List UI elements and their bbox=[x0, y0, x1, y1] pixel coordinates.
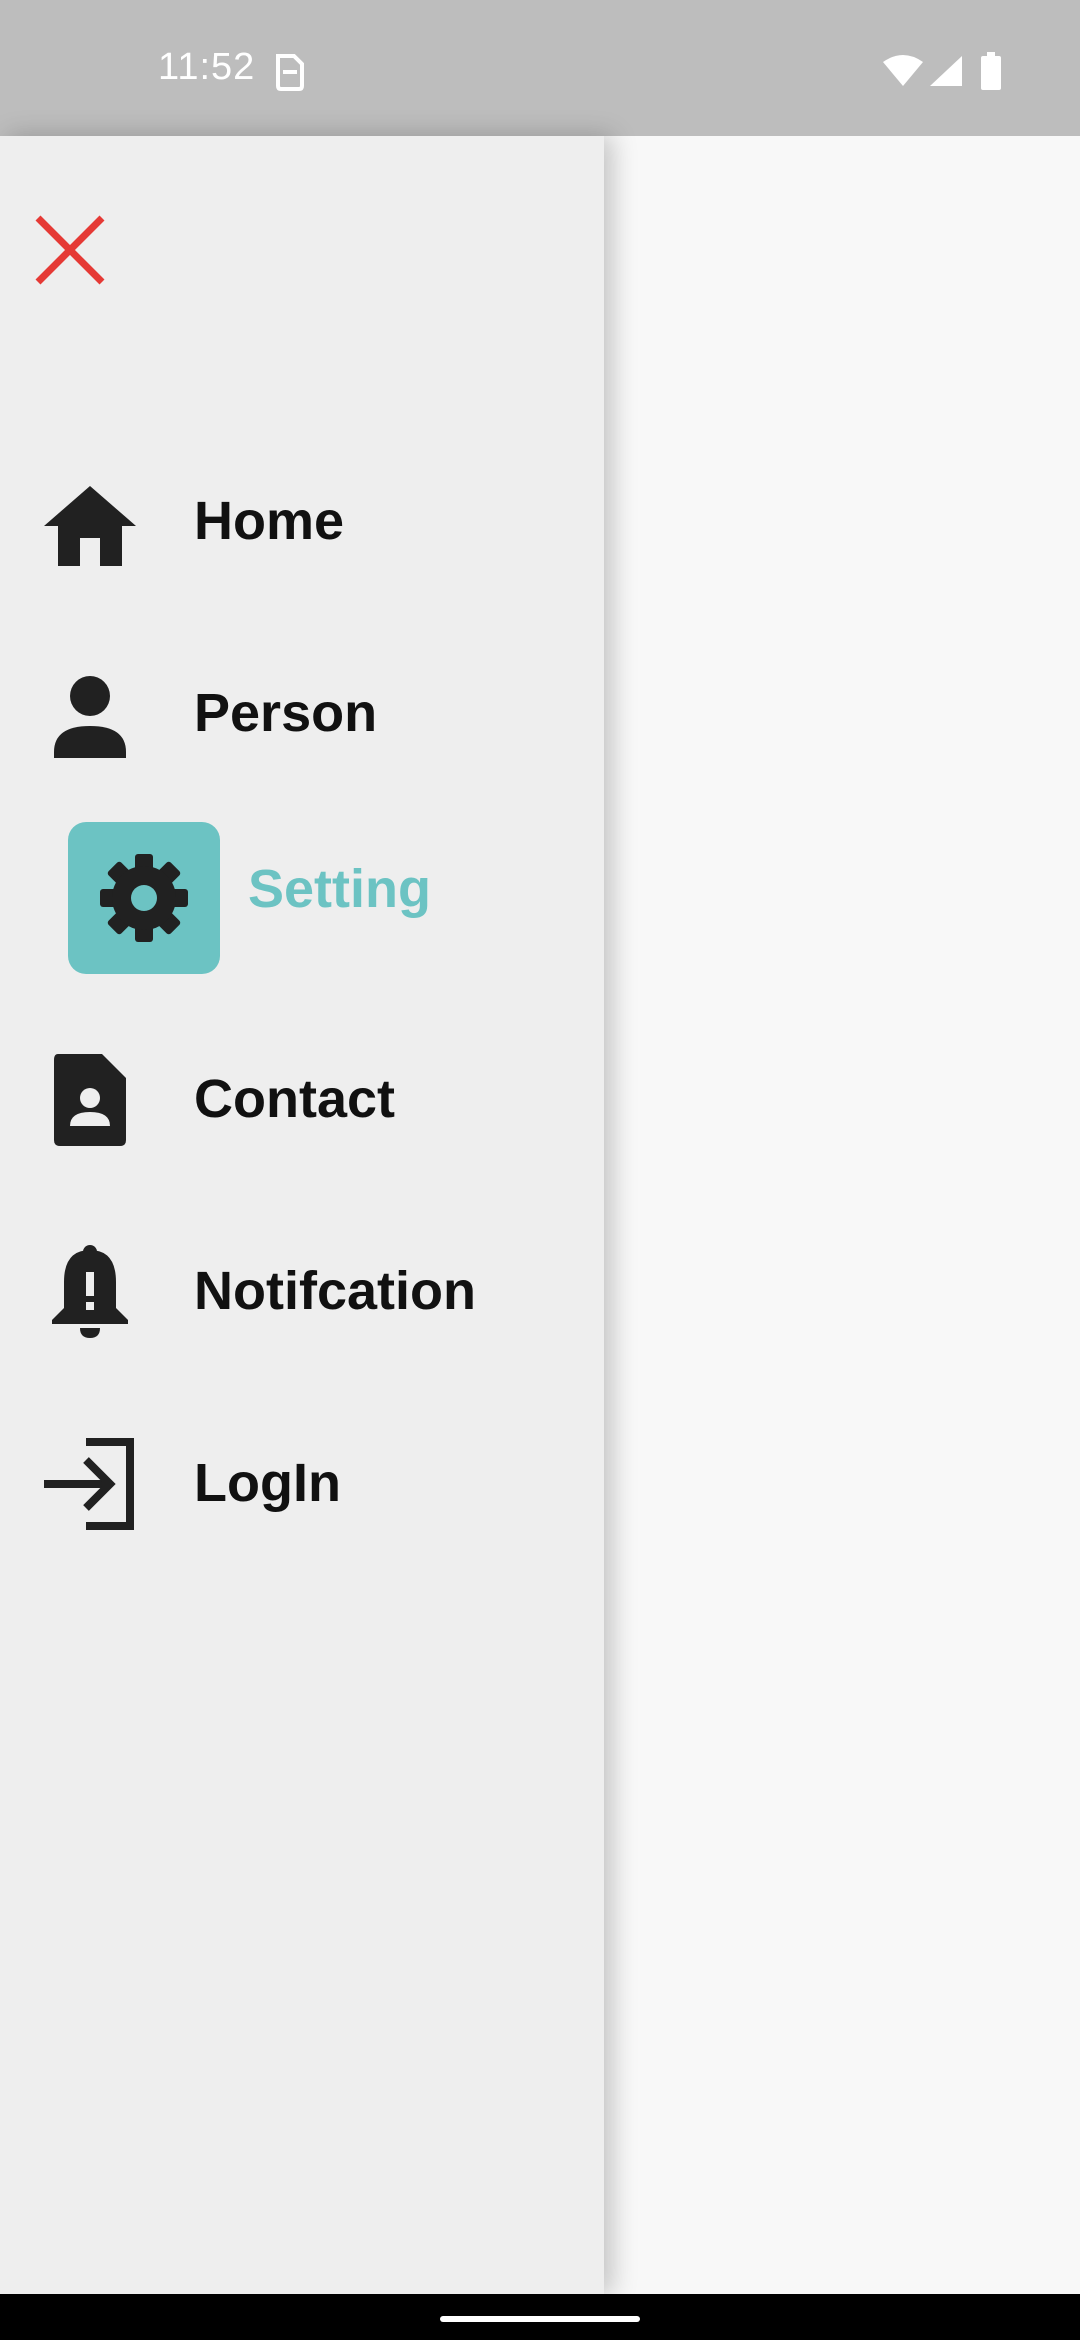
menu-item-notification[interactable]: Notifcation bbox=[0, 1202, 604, 1362]
system-navigation-bar bbox=[0, 2294, 1080, 2340]
main-content-area[interactable] bbox=[604, 136, 1080, 2294]
menu-item-contact[interactable]: Contact bbox=[0, 1010, 604, 1170]
menu-item-setting[interactable]: Setting bbox=[0, 800, 604, 974]
menu-item-login[interactable]: LogIn bbox=[0, 1394, 604, 1554]
menu-item-label: Notifcation bbox=[194, 1261, 476, 1321]
home-icon bbox=[40, 472, 140, 572]
menu-item-label: Home bbox=[194, 491, 345, 551]
home-gesture-handle[interactable] bbox=[440, 2316, 640, 2322]
navigation-drawer: Home Person Setting Contact Notifcation … bbox=[0, 136, 604, 2294]
login-icon bbox=[40, 1434, 140, 1534]
contact-icon bbox=[40, 1050, 140, 1150]
wifi-icon bbox=[882, 54, 924, 93]
person-icon bbox=[40, 664, 140, 764]
close-button[interactable] bbox=[30, 210, 110, 290]
menu-item-label: Setting bbox=[248, 859, 431, 919]
sim-card-icon bbox=[272, 52, 308, 97]
menu-item-person[interactable]: Person bbox=[0, 624, 604, 784]
app-screen: 11:52 Home Person Setting Contact Notifc… bbox=[0, 0, 1080, 2340]
menu-item-label: Contact bbox=[194, 1069, 395, 1129]
battery-icon bbox=[980, 52, 1002, 95]
notification-bell-icon bbox=[40, 1242, 140, 1342]
status-bar: 11:52 bbox=[0, 0, 1080, 136]
signal-icon bbox=[928, 54, 964, 93]
status-time: 11:52 bbox=[158, 46, 256, 88]
gear-icon bbox=[94, 848, 194, 948]
close-icon bbox=[35, 215, 105, 285]
menu-item-label: Person bbox=[194, 683, 378, 743]
menu-item-home[interactable]: Home bbox=[0, 432, 604, 592]
menu-item-label: LogIn bbox=[194, 1453, 341, 1513]
